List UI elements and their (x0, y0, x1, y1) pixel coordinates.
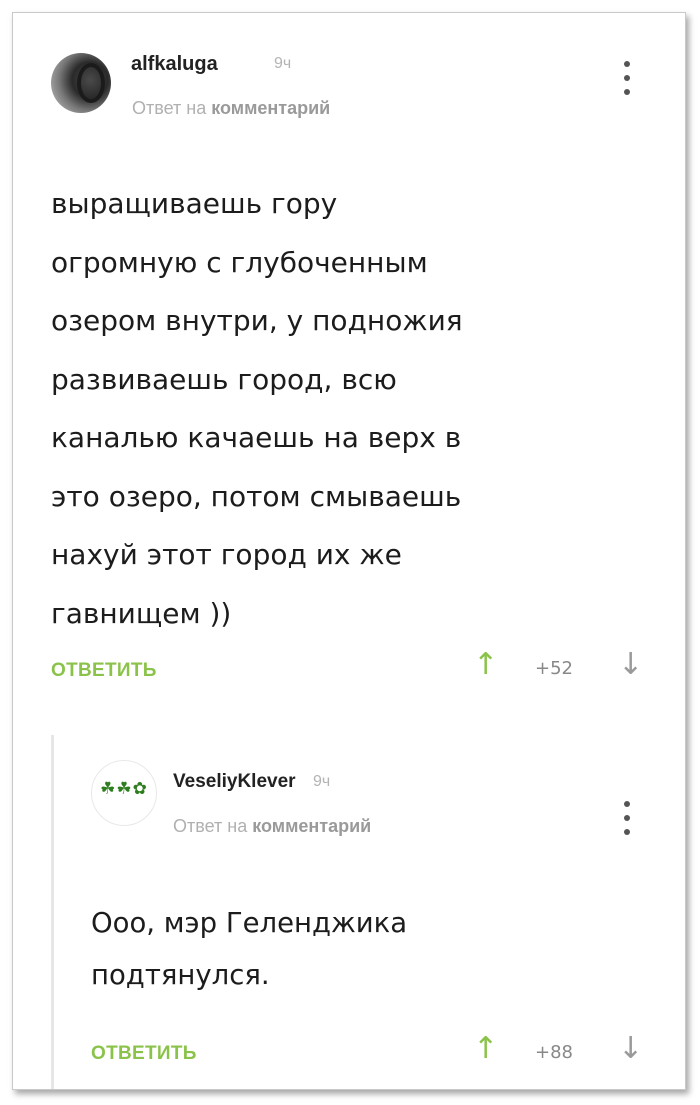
comment-body: Ооо, мэр Геленджика подтянулся. (91, 907, 408, 991)
comment-time: 9ч (274, 55, 292, 72)
avatar-photo-icon (77, 63, 105, 103)
reply-button[interactable]: ОТВЕТИТЬ (51, 660, 157, 682)
reply-to-link[interactable]: комментарий (211, 98, 330, 118)
thread-line (51, 735, 54, 1089)
more-options-icon[interactable] (617, 61, 637, 101)
comment-author[interactable]: VeseliyKlever (173, 771, 296, 793)
vote-controls: ↑ +88 ↓ (473, 1031, 653, 1075)
screenshot-frame: alfkaluga 9ч Ответ на комментарий выращи… (12, 12, 686, 1090)
vote-controls: ↑ +52 ↓ (473, 647, 653, 691)
downvote-arrow-icon[interactable]: ↓ (618, 1031, 643, 1066)
avatar[interactable]: ☘☘✿ (91, 760, 157, 826)
more-options-icon[interactable] (617, 801, 637, 841)
upvote-arrow-icon[interactable]: ↑ (473, 1031, 498, 1066)
comment-author[interactable]: alfkaluga (131, 53, 218, 76)
rating-count: +52 (535, 658, 573, 679)
avatar[interactable] (51, 53, 111, 113)
comment: alfkaluga 9ч Ответ на комментарий выращи… (13, 13, 685, 713)
upvote-arrow-icon[interactable]: ↑ (473, 647, 498, 682)
reply-to-link[interactable]: комментарий (252, 816, 371, 836)
reply-button[interactable]: ОТВЕТИТЬ (91, 1043, 197, 1065)
reply-to-prefix: Ответ на (173, 816, 248, 836)
reply-to-note: Ответ на комментарий (132, 98, 330, 119)
reply-to-note: Ответ на комментарий (173, 816, 371, 837)
downvote-arrow-icon[interactable]: ↓ (618, 647, 643, 682)
clover-leaves-icon: ☘☘✿ (100, 779, 148, 799)
comment-body: выращиваешь гору огромную с глубоченным … (51, 187, 463, 630)
rating-count: +88 (535, 1042, 573, 1063)
comment-time: 9ч (313, 773, 331, 790)
reply-to-prefix: Ответ на (132, 98, 207, 118)
reply-comment: ☘☘✿ VeseliyKlever 9ч Ответ на комментари… (13, 713, 685, 1089)
